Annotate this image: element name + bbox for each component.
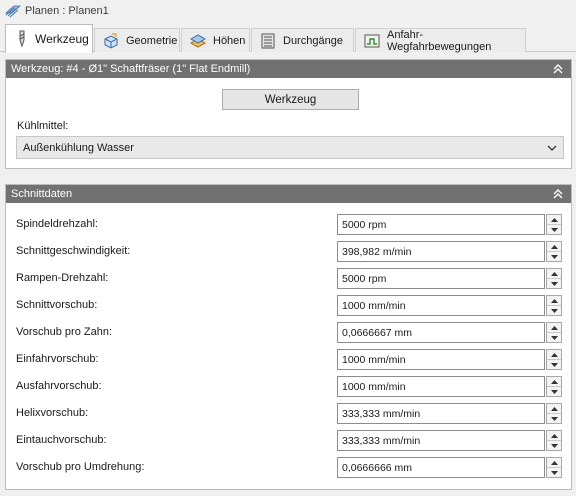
spin-down-icon[interactable] [547, 468, 561, 477]
window-title: Planen : Planen1 [25, 5, 109, 17]
feed-per-revolution-input[interactable]: 0,0666666 mm [337, 457, 545, 478]
plunge-feedrate-input[interactable]: 333,333 mm/min [337, 430, 545, 451]
plunge-feedrate-spinner[interactable] [546, 430, 562, 451]
spin-up-icon[interactable] [547, 215, 561, 225]
spin-up-icon[interactable] [547, 296, 561, 306]
tab-label: Werkzeug [35, 32, 89, 46]
field-label: Eintauchvorschub: [16, 434, 107, 446]
tab-bar: Werkzeug Geometrie Höhen Durchgänge Anfa… [0, 24, 576, 53]
feed-row-cutting-speed: Schnittgeschwindigkeit: 398,982 m/min [6, 241, 571, 262]
helix-feedrate-spinner[interactable] [546, 403, 562, 424]
spin-up-icon[interactable] [547, 404, 561, 414]
tab-label: Durchgänge [283, 34, 343, 47]
lead-out-feedrate-spinner[interactable] [546, 376, 562, 397]
collapse-icon[interactable] [552, 188, 564, 200]
tab-label: Anfahr-Wegfahrbewegungen [387, 28, 492, 53]
tool-panel-header[interactable]: Werkzeug: #4 - Ø1" Schaftfräser (1" Flat… [6, 60, 571, 78]
feed-row-feed-per-tooth: Vorschub pro Zahn: 0,0666667 mm [6, 322, 571, 343]
spin-up-icon[interactable] [547, 377, 561, 387]
spin-down-icon[interactable] [547, 279, 561, 288]
lead-in-feedrate-input[interactable]: 1000 mm/min [337, 349, 545, 370]
coolant-value: Außenkühlung Wasser [23, 141, 134, 154]
feed-row-spindle-speed: Spindeldrehzahl: 5000 rpm [6, 214, 571, 235]
spin-down-icon[interactable] [547, 441, 561, 450]
tab-hoehen[interactable]: Höhen [181, 28, 250, 52]
spin-up-icon[interactable] [547, 269, 561, 279]
spin-up-icon[interactable] [547, 323, 561, 333]
spin-down-icon[interactable] [547, 387, 561, 396]
spin-up-icon[interactable] [547, 431, 561, 441]
tab-geometrie[interactable]: Geometrie [94, 28, 180, 52]
chevron-down-icon [547, 145, 557, 151]
field-label: Ausfahrvorschub: [16, 380, 102, 392]
spin-down-icon[interactable] [547, 333, 561, 342]
spindle-speed-spinner[interactable] [546, 214, 562, 235]
feed-row-cutting-feedrate: Schnittvorschub: 1000 mm/min [6, 295, 571, 316]
feed-row-ramp-spindle-speed: Rampen-Drehzahl: 5000 rpm [6, 268, 571, 289]
cutting-feedrate-input[interactable]: 1000 mm/min [337, 295, 545, 316]
feed-per-tooth-spinner[interactable] [546, 322, 562, 343]
heights-icon [189, 33, 207, 48]
end-mill-icon [19, 30, 25, 48]
tool-panel: Werkzeug: #4 - Ø1" Schaftfräser (1" Flat… [5, 59, 572, 169]
spin-down-icon[interactable] [547, 252, 561, 261]
feeds-panel: Schnittdaten Spindeldrehzahl: 5000 rpm S… [5, 184, 572, 490]
tool-panel-title: Werkzeug: #4 - Ø1" Schaftfräser (1" Flat… [11, 63, 251, 75]
cutting-speed-input[interactable]: 398,982 m/min [337, 241, 545, 262]
tool-select-button[interactable]: Werkzeug [222, 89, 359, 110]
ramp-spindle-speed-input[interactable]: 5000 rpm [337, 268, 545, 289]
feed-row-lead-out-feedrate: Ausfahrvorschub: 1000 mm/min [6, 376, 571, 397]
layers-icon [5, 5, 21, 18]
tab-anfahr-wegfahrbewegungen[interactable]: Anfahr-Wegfahrbewegungen [355, 28, 526, 53]
passes-icon [261, 33, 275, 48]
feeds-panel-title: Schnittdaten [11, 188, 73, 200]
field-label: Spindeldrehzahl: [16, 218, 98, 230]
ramp-spindle-speed-spinner[interactable] [546, 268, 562, 289]
tab-label: Höhen [213, 34, 246, 47]
cutting-feedrate-spinner[interactable] [546, 295, 562, 316]
field-label: Vorschub pro Zahn: [16, 326, 113, 338]
tab-werkzeug[interactable]: Werkzeug [5, 24, 93, 53]
spin-down-icon[interactable] [547, 414, 561, 423]
spin-up-icon[interactable] [547, 242, 561, 252]
spin-down-icon[interactable] [547, 306, 561, 315]
feed-row-lead-in-feedrate: Einfahrvorschub: 1000 mm/min [6, 349, 571, 370]
feed-row-feed-per-revolution: Vorschub pro Umdrehung: 0,0666666 mm [6, 457, 571, 478]
helix-feedrate-input[interactable]: 333,333 mm/min [337, 403, 545, 424]
field-label: Schnittvorschub: [16, 299, 98, 311]
cube-icon [104, 32, 118, 49]
feed-per-revolution-spinner[interactable] [546, 457, 562, 478]
field-label: Einfahrvorschub: [16, 353, 99, 365]
feed-row-helix-feedrate: Helixvorschub: 333,333 mm/min [6, 403, 571, 424]
tab-label: Geometrie [126, 34, 178, 47]
spin-down-icon[interactable] [547, 360, 561, 369]
lead-in-feedrate-spinner[interactable] [546, 349, 562, 370]
spin-up-icon[interactable] [547, 350, 561, 360]
spin-up-icon[interactable] [547, 458, 561, 468]
coolant-dropdown[interactable]: Außenkühlung Wasser [16, 136, 564, 159]
coolant-label: Kühlmittel: [17, 120, 69, 132]
linking-icon [364, 34, 380, 47]
field-label: Vorschub pro Umdrehung: [16, 461, 145, 473]
tab-durchgaenge[interactable]: Durchgänge [251, 28, 354, 52]
feeds-panel-header[interactable]: Schnittdaten [6, 185, 571, 203]
spin-down-icon[interactable] [547, 225, 561, 234]
field-label: Rampen-Drehzahl: [16, 272, 109, 284]
field-label: Schnittgeschwindigkeit: [16, 245, 131, 257]
feed-per-tooth-input[interactable]: 0,0666667 mm [337, 322, 545, 343]
cutting-speed-spinner[interactable] [546, 241, 562, 262]
field-label: Helixvorschub: [16, 407, 89, 419]
lead-out-feedrate-input[interactable]: 1000 mm/min [337, 376, 545, 397]
window-titlebar: Planen : Planen1 [0, 0, 576, 22]
spindle-speed-input[interactable]: 5000 rpm [337, 214, 545, 235]
collapse-icon[interactable] [552, 63, 564, 75]
feed-row-plunge-feedrate: Eintauchvorschub: 333,333 mm/min [6, 430, 571, 451]
